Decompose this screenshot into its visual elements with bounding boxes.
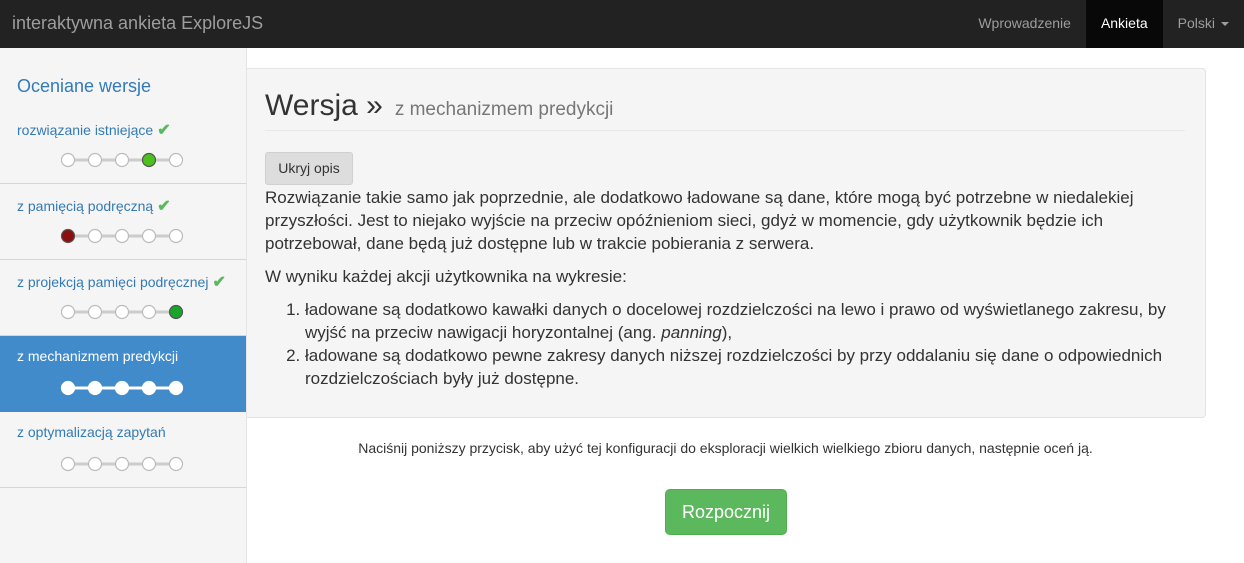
- instruction-note: Naciśnij poniższy przycisk, aby użyć tej…: [358, 440, 1093, 456]
- sidebar-item-label: z projekcją pamięci podręcznej: [17, 274, 209, 290]
- rating-option-2[interactable]: [87, 304, 103, 320]
- nav-link-label: Ankieta: [1100, 15, 1148, 31]
- rating-option-5[interactable]: [168, 456, 184, 472]
- brand-title[interactable]: interaktywna ankieta ExploreJS: [12, 0, 263, 48]
- rating-option-5[interactable]: [168, 304, 184, 320]
- start-button[interactable]: Rozpocznij: [665, 489, 787, 535]
- sidebar-item-label: rozwiązanie istniejące: [17, 122, 154, 138]
- check-icon: ✔: [212, 274, 226, 291]
- check-icon: ✔: [157, 198, 171, 215]
- rating-option-2[interactable]: [87, 152, 103, 168]
- rating-option-4[interactable]: [141, 304, 157, 320]
- rating-option-1[interactable]: [60, 456, 76, 472]
- rating-option-5[interactable]: [168, 228, 184, 244]
- rating-option-5[interactable]: [168, 380, 184, 396]
- rating-scale[interactable]: [60, 228, 184, 244]
- rating-scale[interactable]: [60, 152, 184, 168]
- list-item-emphasis: panning: [661, 323, 722, 342]
- description-paragraph: W wyniku każdej akcji użytkownika na wyk…: [265, 267, 627, 286]
- description-list: ładowane są dodatkowo kawałki danych o d…: [265, 298, 1180, 390]
- list-item-text: ładowane są dodatkowo kawałki danych o d…: [305, 300, 1166, 342]
- sidebar-item-existing-solution[interactable]: rozwiązanie istniejące ✔: [0, 108, 246, 184]
- rating-option-1[interactable]: [60, 152, 76, 168]
- nav-links: Wprowadzenie Ankieta Polski: [963, 0, 1244, 48]
- rating-option-2[interactable]: [87, 228, 103, 244]
- rating-option-3[interactable]: [114, 456, 130, 472]
- top-navbar: interaktywna ankieta ExploreJS Wprowadze…: [0, 0, 1244, 48]
- list-item-text: ładowane są dodatkowo pewne zakresy dany…: [305, 346, 1163, 388]
- page-subtitle: z mechanizmem predykcji: [394, 99, 614, 120]
- sidebar-title: Oceniane wersje: [17, 76, 152, 96]
- sidebar-item-with-cache[interactable]: z pamięcią podręczną ✔: [0, 184, 246, 260]
- hide-description-button[interactable]: Ukryj opis: [265, 152, 353, 185]
- rating-option-3[interactable]: [114, 228, 130, 244]
- sidebar-item-label: z optymalizacją zapytań: [17, 424, 166, 440]
- sidebar-item-label: z mechanizmem predykcji: [17, 348, 179, 364]
- sidebar-item-prediction[interactable]: z mechanizmem predykcji: [0, 336, 246, 412]
- list-item-text: ),: [721, 323, 733, 342]
- check-icon: ✔: [157, 122, 171, 139]
- rating-scale[interactable]: [60, 456, 184, 472]
- sidebar: Oceniane wersje rozwiązanie istniejące ✔ …: [0, 48, 247, 563]
- rating-option-2[interactable]: [87, 456, 103, 472]
- description-panel: Wersja » z mechanizmem predykcji Ukryj op…: [247, 68, 1206, 418]
- page-title: Wersja »: [265, 89, 383, 122]
- rating-option-5[interactable]: [168, 152, 184, 168]
- description-paragraph: Rozwiązanie takie samo jak poprzednie, a…: [265, 188, 1134, 253]
- caret-down-icon: [1221, 22, 1229, 27]
- rating-option-4[interactable]: [141, 380, 157, 396]
- sidebar-item-label: z pamięcią podręczną: [17, 198, 154, 214]
- rating-option-1[interactable]: [60, 304, 76, 320]
- rating-option-2[interactable]: [87, 380, 103, 396]
- language-label: Polski: [1177, 15, 1215, 31]
- nav-link-introduction[interactable]: Wprowadzenie: [963, 0, 1086, 48]
- description-text: Rozwiązanie takie samo jak poprzednie, a…: [265, 186, 1180, 390]
- list-item: ładowane są dodatkowo kawałki danych o d…: [305, 298, 1180, 344]
- sidebar-item-query-optimization[interactable]: z optymalizacją zapytań: [0, 412, 246, 488]
- page-heading: Wersja » z mechanizmem predykcji: [265, 89, 1185, 131]
- nav-link-survey[interactable]: Ankieta: [1085, 0, 1163, 48]
- rating-option-1[interactable]: [60, 380, 76, 396]
- nav-link-label: Wprowadzenie: [978, 15, 1071, 31]
- rating-option-4[interactable]: [141, 152, 157, 168]
- rating-option-4[interactable]: [141, 456, 157, 472]
- language-dropdown[interactable]: Polski: [1163, 0, 1244, 48]
- rating-option-3[interactable]: [114, 380, 130, 396]
- rating-option-4[interactable]: [141, 228, 157, 244]
- list-item: ładowane są dodatkowo pewne zakresy dany…: [305, 344, 1180, 390]
- rating-option-3[interactable]: [114, 304, 130, 320]
- rating-scale[interactable]: [60, 380, 184, 396]
- rating-scale[interactable]: [60, 304, 184, 320]
- rating-option-1[interactable]: [60, 228, 76, 244]
- sidebar-item-cache-projection[interactable]: z projekcją pamięci podręcznej ✔: [0, 260, 246, 336]
- rating-option-3[interactable]: [114, 152, 130, 168]
